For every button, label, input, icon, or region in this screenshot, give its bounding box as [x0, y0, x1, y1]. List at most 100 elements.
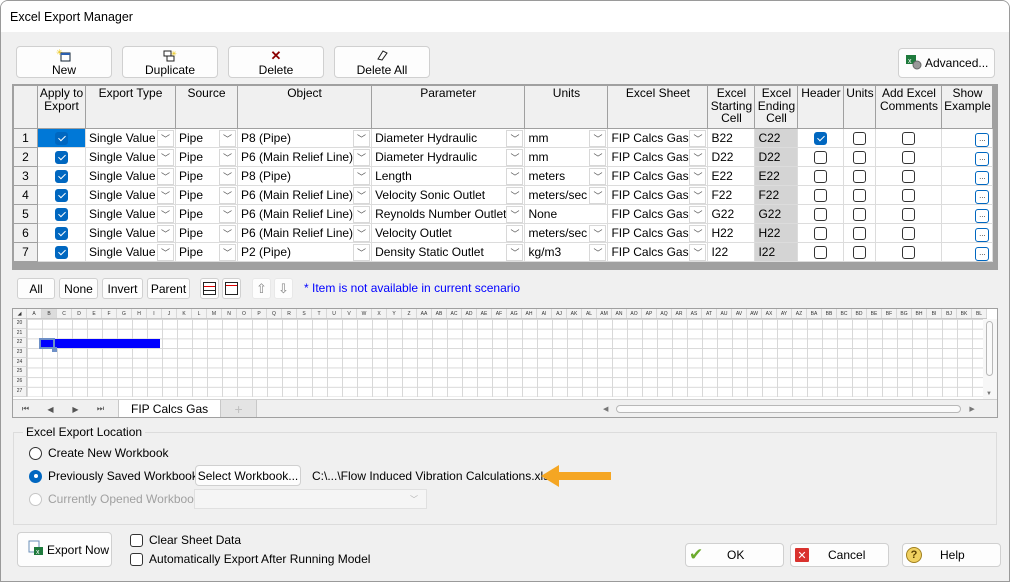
spreadsheet-column-header[interactable]: BG: [897, 309, 912, 318]
units-flag-checkbox[interactable]: [853, 151, 867, 165]
spreadsheet-column-header[interactable]: I: [147, 309, 162, 318]
object-cell[interactable]: P6 (Main Relief Line) ﹀: [236, 223, 373, 243]
spreadsheet-column-header[interactable]: BK: [957, 309, 972, 318]
source-cell[interactable]: Pipe ﹀: [175, 128, 238, 148]
export-type-cell[interactable]: Single Value ﹀: [85, 185, 176, 205]
new-button[interactable]: ✳ New: [16, 46, 112, 78]
header-cell[interactable]: [797, 185, 845, 205]
spreadsheet-column-header[interactable]: R: [282, 309, 297, 318]
spreadsheet-row-header[interactable]: 22: [13, 338, 27, 349]
show-example-button[interactable]: ...: [975, 151, 990, 166]
units-cell[interactable]: meters/sec ﹀: [524, 185, 609, 205]
spreadsheet-column-header[interactable]: BD: [852, 309, 867, 318]
excel-sheet-cell[interactable]: FIP Calcs Gas ﹀: [607, 223, 709, 243]
apply-to-export-checkbox[interactable]: [55, 170, 68, 184]
units-flag-checkbox[interactable]: [853, 170, 867, 184]
spreadsheet-column-header[interactable]: J: [162, 309, 177, 318]
spreadsheet-column-header[interactable]: D: [72, 309, 87, 318]
header-checkbox[interactable]: [814, 151, 828, 165]
spreadsheet-column-header[interactable]: Z: [402, 309, 417, 318]
show-example-button[interactable]: ...: [975, 208, 990, 223]
prev-sheet-icon[interactable]: ◀: [38, 405, 63, 414]
excel-sheet-cell[interactable]: FIP Calcs Gas ﹀: [607, 185, 709, 205]
chevron-down-icon[interactable]: ﹀: [157, 186, 174, 204]
parameter-cell[interactable]: Velocity Sonic Outlet ﹀: [371, 185, 526, 205]
spreadsheet-column-header[interactable]: AL: [582, 309, 597, 318]
row-number[interactable]: 3: [13, 166, 38, 186]
select-all-corner[interactable]: ◢: [13, 309, 27, 318]
starting-cell[interactable]: B22: [707, 128, 756, 148]
scroll-down-arrow-icon[interactable]: ▼: [986, 391, 992, 397]
table-row[interactable]: 4 Single Value ﹀ Pipe ﹀ P6 (Main Relief Line)…: [13, 185, 994, 205]
col-show-example[interactable]: Show Example: [941, 85, 994, 129]
starting-cell[interactable]: H22: [707, 223, 756, 243]
header-cell[interactable]: [797, 223, 845, 243]
units-cell[interactable]: kg/m3 ﹀: [524, 242, 609, 262]
units-flag-cell[interactable]: [843, 185, 877, 205]
source-cell[interactable]: Pipe ﹀: [175, 242, 238, 262]
spreadsheet-column-header[interactable]: A: [27, 309, 42, 318]
spreadsheet-column-header[interactable]: Y: [387, 309, 402, 318]
starting-cell[interactable]: F22: [707, 185, 756, 205]
fill-handle[interactable]: [52, 347, 57, 352]
apply-to-export-cell[interactable]: [37, 242, 86, 262]
spreadsheet-column-header[interactable]: BH: [912, 309, 927, 318]
spreadsheet-column-header[interactable]: AX: [762, 309, 777, 318]
excel-sheet-cell[interactable]: FIP Calcs Gas ﹀: [607, 128, 709, 148]
source-cell[interactable]: Pipe ﹀: [175, 204, 238, 224]
spreadsheet-row-header[interactable]: 24: [13, 357, 27, 368]
show-example-cell[interactable]: ...: [941, 166, 994, 186]
col-units[interactable]: Units: [524, 85, 609, 129]
spreadsheet-column-header[interactable]: AM: [597, 309, 612, 318]
chevron-down-icon[interactable]: ﹀: [157, 243, 174, 261]
export-type-cell[interactable]: Single Value ﹀: [85, 223, 176, 243]
export-now-button[interactable]: x Export Now: [17, 532, 112, 567]
add-comments-checkbox[interactable]: [902, 246, 916, 260]
show-example-button[interactable]: ...: [975, 170, 990, 185]
last-sheet-icon[interactable]: ⏭: [88, 404, 113, 414]
spreadsheet-column-header[interactable]: N: [222, 309, 237, 318]
chevron-down-icon[interactable]: ﹀: [157, 167, 174, 185]
export-type-cell[interactable]: Single Value ﹀: [85, 204, 176, 224]
chevron-down-icon[interactable]: ﹀: [157, 148, 174, 166]
scroll-left-arrow-icon[interactable]: ◀: [603, 405, 608, 413]
opened-workbook-dropdown[interactable]: ﹀: [194, 489, 427, 509]
chevron-down-icon[interactable]: ﹀: [506, 129, 524, 147]
spreadsheet-column-header[interactable]: BJ: [942, 309, 957, 318]
show-example-cell[interactable]: ...: [941, 242, 994, 262]
chevron-down-icon[interactable]: ﹀: [689, 224, 707, 242]
row-number[interactable]: 4: [13, 185, 38, 205]
spreadsheet-column-header[interactable]: AH: [522, 309, 537, 318]
apply-to-export-checkbox[interactable]: [55, 132, 68, 146]
starting-cell[interactable]: G22: [707, 204, 756, 224]
chevron-down-icon[interactable]: ﹀: [219, 243, 236, 261]
show-example-cell[interactable]: ...: [941, 147, 994, 167]
add-comments-checkbox[interactable]: [902, 170, 916, 184]
col-parameter[interactable]: Parameter: [371, 85, 526, 129]
spreadsheet-column-header[interactable]: AT: [702, 309, 717, 318]
col-excel-starting-cell[interactable]: Excel Starting Cell: [707, 85, 756, 129]
add-comments-checkbox[interactable]: [902, 208, 916, 222]
sheet-tab-fip-calcs-gas[interactable]: FIP Calcs Gas: [118, 399, 222, 417]
chevron-down-icon[interactable]: ﹀: [219, 205, 236, 223]
spreadsheet-column-header[interactable]: U: [327, 309, 342, 318]
header-checkbox[interactable]: [814, 189, 828, 203]
chevron-down-icon[interactable]: ﹀: [689, 186, 707, 204]
spreadsheet-row-header[interactable]: 26: [13, 377, 27, 387]
radio-create-new-workbook[interactable]: Create New Workbook: [29, 446, 169, 460]
spreadsheet-row-header[interactable]: 27: [13, 386, 27, 397]
chevron-down-icon[interactable]: ﹀: [157, 129, 174, 147]
row-number[interactable]: 7: [13, 242, 38, 262]
parameter-cell[interactable]: Reynolds Number Outlet ﹀: [371, 204, 526, 224]
add-comments-cell[interactable]: [875, 166, 943, 186]
spreadsheet-column-header[interactable]: AU: [717, 309, 732, 318]
chevron-down-icon[interactable]: ﹀: [689, 167, 707, 185]
spreadsheet-column-header[interactable]: O: [237, 309, 252, 318]
spreadsheet-column-header[interactable]: AW: [747, 309, 762, 318]
add-comments-cell[interactable]: [875, 242, 943, 262]
chevron-down-icon[interactable]: ﹀: [219, 224, 236, 242]
delete-all-button[interactable]: Delete All: [334, 46, 430, 78]
add-comments-checkbox[interactable]: [902, 151, 916, 165]
help-button[interactable]: ? Help: [902, 543, 1001, 567]
chevron-down-icon[interactable]: ﹀: [353, 186, 371, 204]
